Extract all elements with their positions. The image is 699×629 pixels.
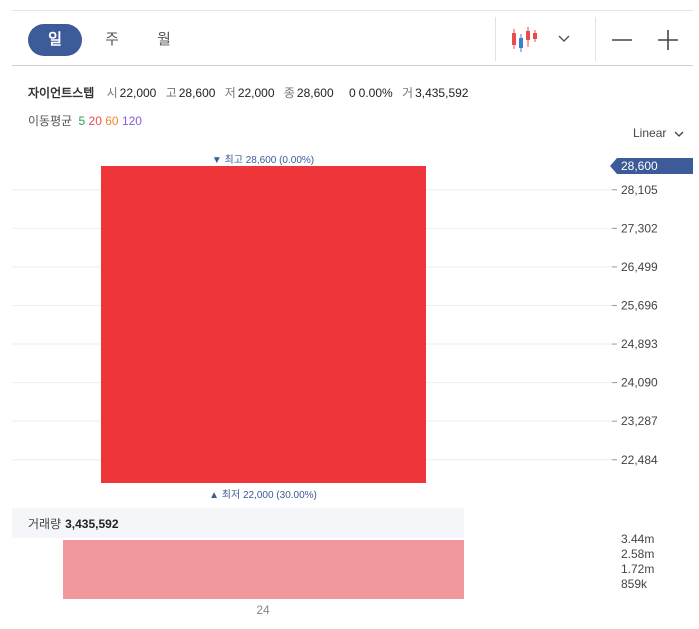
volume-axis-tick-label: 859k: [621, 577, 648, 591]
price-axis-tick-label: 24,090: [621, 376, 658, 390]
volume-axis-tick-label: 1.72m: [621, 562, 654, 576]
price-axis-tick-label: 23,287: [621, 414, 658, 428]
volume-bar[interactable]: [63, 540, 464, 599]
volume-label: 거래량: [28, 517, 62, 531]
low-annotation: ▲ 최저 22,000 (30.00%): [209, 489, 317, 501]
high-annotation: ▼ 최고 28,600 (0.00%): [212, 154, 314, 166]
candle-body[interactable]: [101, 166, 426, 483]
price-chart: 28,105 27,302 26,499 25,696 24,893 24,090 23,2…: [12, 154, 693, 617]
volume-axis-tick-label: 3.44m: [621, 532, 654, 546]
volume-value: 3,435,592: [65, 517, 119, 531]
volume-axis-tick-label: 2.58m: [621, 547, 654, 561]
price-axis-tick-label: 28,105: [621, 183, 658, 197]
price-axis-tick-label: 24,893: [621, 337, 658, 351]
current-price-label: 28,600: [621, 159, 658, 173]
x-axis-tick-label: 24: [256, 603, 270, 617]
price-axis-tick-label: 26,499: [621, 260, 658, 274]
price-axis-tick-label: 27,302: [621, 221, 658, 235]
price-axis-tick-label: 22,484: [621, 453, 658, 467]
volume-panel-title: 거래량 3,435,592: [28, 515, 119, 532]
price-axis-tick-label: 25,696: [621, 298, 658, 312]
